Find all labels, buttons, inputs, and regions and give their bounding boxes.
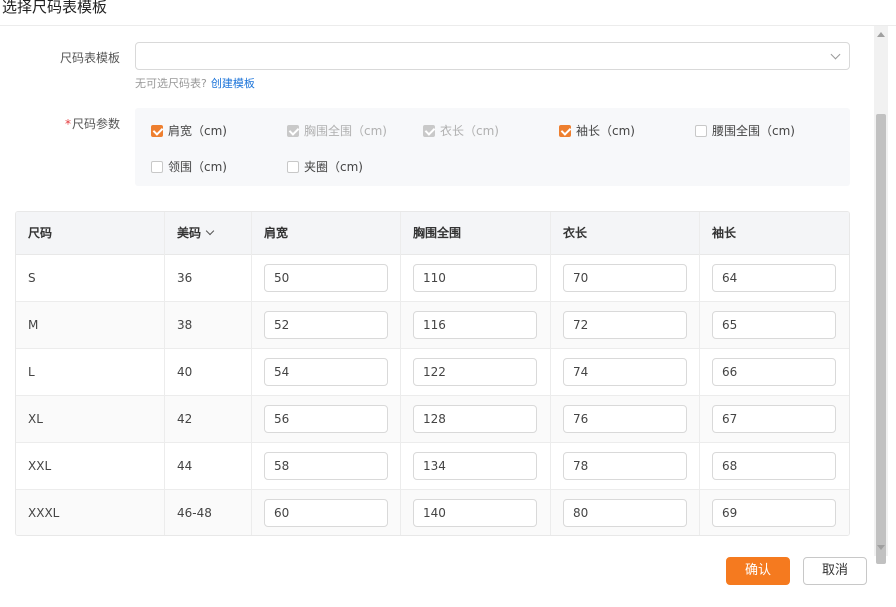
- length-input[interactable]: 72: [563, 311, 687, 339]
- chest-input[interactable]: 110: [413, 264, 537, 292]
- required-mark: *: [64, 117, 71, 131]
- param-label: 衣长（cm): [440, 124, 499, 138]
- table-row: S 36 50 110 70 64: [16, 255, 849, 302]
- header-shoulder: 肩宽: [264, 226, 289, 240]
- chest-input[interactable]: 134: [413, 452, 537, 480]
- checkbox-icon: [559, 124, 571, 137]
- sleeve-input[interactable]: 68: [712, 452, 836, 480]
- param-checkbox-sleeve[interactable]: 袖长（cm): [559, 122, 635, 139]
- chest-input[interactable]: 116: [413, 311, 537, 339]
- header-us-size-label: 美码: [177, 226, 202, 240]
- param-checkbox-armhole[interactable]: 夹圈（cm): [287, 158, 363, 175]
- cell-us-size: 44: [177, 459, 193, 473]
- shoulder-input[interactable]: 52: [264, 311, 388, 339]
- table-header: 尺码 美码 肩宽 胸围全围 衣长 袖长: [16, 212, 849, 255]
- sleeve-input[interactable]: 69: [712, 499, 836, 527]
- column-divider: [699, 212, 700, 535]
- scroll-up-icon[interactable]: [877, 32, 885, 37]
- param-checkbox-chest[interactable]: 胸围全围（cm): [287, 122, 387, 139]
- dialog-title: 选择尺码表模板: [2, 0, 108, 16]
- param-label: 袖长（cm): [576, 124, 635, 138]
- header-size: 尺码: [28, 226, 53, 240]
- vertical-scrollbar[interactable]: [874, 26, 888, 564]
- shoulder-input[interactable]: 56: [264, 405, 388, 433]
- scroll-thumb[interactable]: [876, 114, 886, 564]
- checkbox-icon: [423, 124, 435, 137]
- checkbox-icon: [695, 124, 707, 137]
- confirm-button[interactable]: 确认: [726, 557, 790, 585]
- column-divider: [251, 212, 252, 535]
- param-label: 胸围全围（cm): [304, 124, 387, 138]
- sleeve-input[interactable]: 66: [712, 358, 836, 386]
- cell-us-size: 42: [177, 412, 193, 426]
- header-chest: 胸围全围: [413, 226, 462, 240]
- cell-size: XXXL: [28, 506, 60, 520]
- table-row: XXXL 46-48 60 140 80 69: [16, 490, 849, 535]
- cell-us-size: 46-48: [177, 506, 212, 520]
- template-field-label: 尺码表模板: [59, 51, 120, 65]
- chevron-down-icon: [205, 226, 215, 236]
- table-row: L 40 54 122 74 66: [16, 349, 849, 396]
- scroll-down-icon[interactable]: [877, 545, 885, 550]
- length-input[interactable]: 76: [563, 405, 687, 433]
- template-hint: 无可选尺码表? 创建模板: [135, 75, 255, 91]
- table-row: M 38 52 116 72 65: [16, 302, 849, 349]
- cell-us-size: 38: [177, 318, 193, 332]
- shoulder-input[interactable]: 54: [264, 358, 388, 386]
- sleeve-input[interactable]: 64: [712, 264, 836, 292]
- cell-us-size: 40: [177, 365, 193, 379]
- sleeve-input[interactable]: 67: [712, 405, 836, 433]
- table-row: XL 42 56 128 76 67: [16, 396, 849, 443]
- chest-input[interactable]: 122: [413, 358, 537, 386]
- shoulder-input[interactable]: 50: [264, 264, 388, 292]
- column-divider: [550, 212, 551, 535]
- length-input[interactable]: 78: [563, 452, 687, 480]
- param-checkbox-length[interactable]: 衣长（cm): [423, 122, 499, 139]
- column-divider: [164, 212, 165, 535]
- chest-input[interactable]: 128: [413, 405, 537, 433]
- table-row: XXL 44 58 134 78 68: [16, 443, 849, 490]
- param-label: 领围（cm): [168, 160, 227, 174]
- size-chart-dialog: 选择尺码表模板 尺码表模板 无可选尺码表? 创建模板 *尺码参数 肩宽（cm) 胸…: [0, 0, 896, 607]
- params-label-text: 尺码参数: [71, 117, 120, 131]
- param-checkbox-shoulder[interactable]: 肩宽（cm): [151, 122, 227, 139]
- length-input[interactable]: 80: [563, 499, 687, 527]
- params-panel: 肩宽（cm) 胸围全围（cm) 衣长（cm) 袖长（cm) 腰围全围（cm) 领…: [135, 108, 850, 186]
- param-checkbox-neck[interactable]: 领围（cm): [151, 158, 227, 175]
- header-us-size[interactable]: 美码: [165, 212, 215, 255]
- cancel-button[interactable]: 取消: [803, 557, 867, 585]
- params-label: *尺码参数: [20, 115, 120, 132]
- cell-size: XXL: [28, 459, 52, 473]
- cell-size: M: [28, 318, 39, 332]
- cell-size: S: [28, 271, 36, 285]
- template-select[interactable]: [135, 42, 850, 70]
- param-checkbox-waist[interactable]: 腰围全围（cm): [695, 122, 795, 139]
- cell-size: L: [28, 365, 35, 379]
- sleeve-input[interactable]: 65: [712, 311, 836, 339]
- chevron-down-icon: [830, 49, 841, 60]
- param-label: 肩宽（cm): [168, 124, 227, 138]
- cell-size: XL: [28, 412, 43, 426]
- param-label: 腰围全围（cm): [712, 124, 795, 138]
- column-divider: [400, 212, 401, 535]
- header-sleeve: 袖长: [712, 226, 737, 240]
- chest-input[interactable]: 140: [413, 499, 537, 527]
- header-length: 衣长: [563, 226, 588, 240]
- length-input[interactable]: 74: [563, 358, 687, 386]
- hint-text: 无可选尺码表?: [135, 77, 207, 90]
- create-template-link[interactable]: 创建模板: [211, 77, 255, 90]
- cell-us-size: 36: [177, 271, 193, 285]
- param-label: 夹圈（cm): [304, 160, 363, 174]
- title-divider: [0, 25, 896, 26]
- length-input[interactable]: 70: [563, 264, 687, 292]
- size-table: 尺码 美码 肩宽 胸围全围 衣长 袖长 S 36 50 110 70 64 M …: [15, 211, 850, 536]
- checkbox-icon: [287, 124, 299, 137]
- checkbox-icon: [151, 160, 163, 173]
- checkbox-icon: [151, 124, 163, 137]
- shoulder-input[interactable]: 60: [264, 499, 388, 527]
- shoulder-input[interactable]: 58: [264, 452, 388, 480]
- checkbox-icon: [287, 160, 299, 173]
